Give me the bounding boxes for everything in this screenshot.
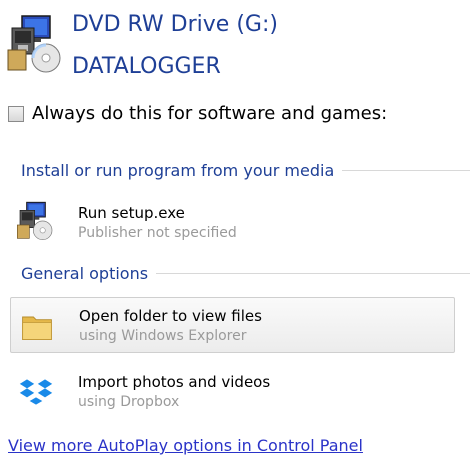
section-divider (156, 273, 470, 274)
always-do-this-label[interactable]: Always do this for software and games: (32, 103, 387, 124)
always-do-this-checkbox-row[interactable]: Always do this for software and games: (8, 103, 387, 124)
section-general-options: General options (21, 264, 470, 283)
option-open-folder[interactable]: Open folder to view files using Windows … (10, 297, 455, 353)
section-title: Install or run program from your media (21, 161, 335, 180)
setup-program-icon (17, 201, 53, 240)
section-divider (342, 170, 470, 171)
option-subtitle: using Dropbox (78, 394, 180, 410)
control-panel-link[interactable]: View more AutoPlay options in Control Pa… (8, 436, 363, 455)
option-title: Run setup.exe (78, 204, 185, 222)
option-subtitle: using Windows Explorer (79, 328, 247, 344)
option-title: Open folder to view files (79, 307, 262, 325)
option-run-setup[interactable]: Run setup.exe Publisher not specified (10, 195, 455, 251)
folder-icon (22, 316, 52, 340)
option-import-photos[interactable]: Import photos and videos using Dropbox (10, 364, 455, 420)
option-text: Import photos and videos using Dropbox (78, 372, 270, 412)
section-title: General options (21, 264, 149, 283)
dropbox-icon (19, 379, 53, 405)
option-text: Run setup.exe Publisher not specified (78, 203, 237, 243)
drive-title: DVD RW Drive (G:) (72, 12, 278, 37)
setup-program-icon (7, 15, 61, 73)
volume-label: DATALOGGER (72, 54, 221, 79)
section-install-run: Install or run program from your media (21, 161, 470, 180)
always-do-this-checkbox[interactable] (8, 105, 24, 122)
option-subtitle: Publisher not specified (78, 225, 237, 241)
option-text: Open folder to view files using Windows … (79, 306, 262, 346)
option-title: Import photos and videos (78, 373, 271, 391)
